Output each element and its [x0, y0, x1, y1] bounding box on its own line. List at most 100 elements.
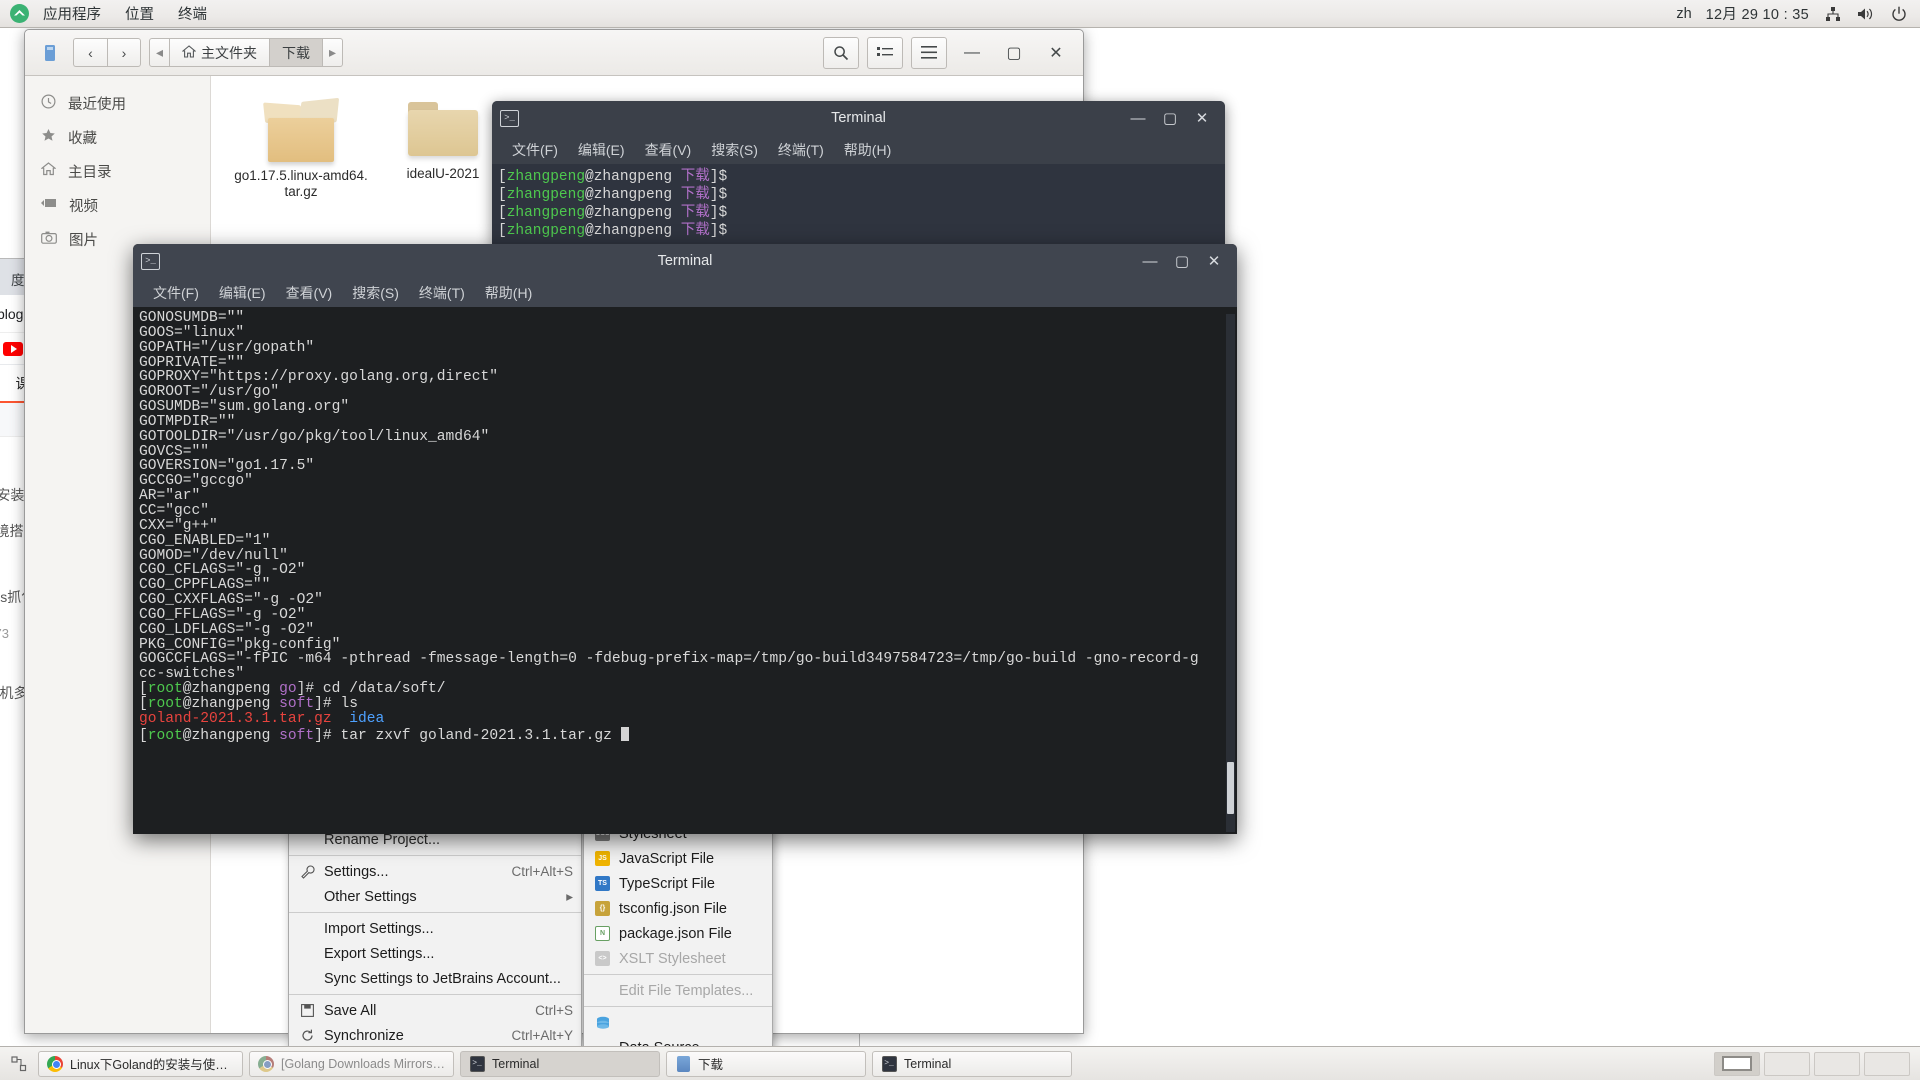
clock[interactable]: 12月 29 10 : 35	[1706, 3, 1809, 24]
terminal-titlebar[interactable]: >_ Terminal — ▢ ✕	[492, 101, 1225, 135]
taskbar-item-1[interactable]: [Golang Downloads Mirrors - The G…	[249, 1050, 454, 1077]
taskbar-item-3[interactable]: 下载	[666, 1050, 866, 1077]
breadcrumb-scroll-right[interactable]: ▸	[323, 38, 344, 67]
menu-item-package-json-file[interactable]: N package.json File	[584, 921, 772, 946]
workspace-0[interactable]	[1714, 1051, 1760, 1076]
menu-item-import-settings[interactable]: Import Settings...	[289, 916, 581, 941]
minimize-button[interactable]: —	[955, 36, 989, 70]
js-icon: JS	[594, 851, 611, 866]
menu-item-label: Export Settings...	[324, 945, 435, 962]
menu-item-export-settings[interactable]: Export Settings...	[289, 941, 581, 966]
terminal-screen[interactable]: [zhangpeng@zhangpeng 下载]$ [zhangpeng@zha…	[492, 164, 1225, 240]
taskbar-item-0[interactable]: Linux下Goland的安装与使用_我是小…	[38, 1050, 243, 1077]
menu-edit[interactable]: 编辑(E)	[209, 281, 276, 305]
wrench-icon	[299, 864, 316, 879]
terminal-window-1[interactable]: >_ Terminal — ▢ ✕ 文件(F) 编辑(E) 查看(V) 搜索(S…	[492, 101, 1225, 249]
file-item[interactable]: idealU-2021	[375, 92, 511, 200]
hamburger-icon[interactable]	[911, 36, 947, 69]
ide-new-file-submenu[interactable]: CSS Stylesheet JS JavaScript File TS Typ…	[583, 820, 773, 1058]
menu-item-label: Edit File Templates...	[619, 982, 754, 999]
list-item[interactable]: er 1篇	[0, 679, 1, 722]
menu-terminal[interactable]: 终端	[166, 0, 219, 27]
volume-icon[interactable]	[1856, 4, 1875, 23]
menu-places[interactable]: 位置	[113, 0, 166, 27]
workspace-3[interactable]	[1864, 1051, 1910, 1076]
back-button[interactable]: ‹	[73, 38, 107, 67]
menu-item-tsconfig-json-file[interactable]: {} tsconfig.json File	[584, 896, 772, 921]
breadcrumb-item-current[interactable]: 下载	[270, 38, 324, 67]
search-icon[interactable]	[823, 36, 859, 69]
menu-terminal[interactable]: 终端(T)	[768, 138, 834, 162]
sidebar-item-home[interactable]: 主目录	[25, 154, 210, 188]
input-method-indicator[interactable]: zh	[1676, 6, 1691, 22]
chrome-icon	[258, 1055, 274, 1072]
menu-item-data-source[interactable]	[584, 1010, 772, 1035]
menu-terminal[interactable]: 终端(T)	[409, 281, 475, 305]
menu-item-settings[interactable]: Settings... Ctrl+Alt+S	[289, 859, 581, 884]
menu-applications[interactable]: 应用程序	[31, 0, 113, 27]
sidebar-toggle-icon[interactable]	[35, 38, 65, 67]
workspace-1[interactable]	[1764, 1051, 1810, 1076]
taskbar-item-label: 下载	[698, 1058, 724, 1072]
menu-file[interactable]: 文件(F)	[502, 138, 568, 162]
menu-item-label: Settings...	[324, 863, 389, 880]
menu-item-synchronize[interactable]: Synchronize Ctrl+Alt+Y	[289, 1023, 581, 1048]
close-button[interactable]: ✕	[1193, 109, 1211, 127]
maximize-button[interactable]: ▢	[1173, 252, 1191, 270]
sidebar-item-videos[interactable]: 视频	[25, 188, 210, 222]
close-button[interactable]: ✕	[1205, 252, 1223, 270]
menu-item-other-settings[interactable]: Other Settings ▸	[289, 884, 581, 909]
menu-item-label: JavaScript File	[619, 850, 715, 867]
taskbar-item-label: Linux下Goland的安装与使用_我是小…	[70, 1058, 234, 1072]
sidebar-item-label: 收藏	[68, 130, 97, 147]
archive-icon	[262, 96, 340, 162]
scrollbar[interactable]	[1226, 314, 1235, 832]
list-item[interactable]: go 4篇	[0, 722, 1, 765]
minimize-button[interactable]: —	[1129, 110, 1147, 127]
sidebar-item-recent[interactable]: 最近使用	[25, 86, 210, 120]
taskbar-item-2[interactable]: >_ Terminal	[460, 1050, 660, 1077]
minimize-button[interactable]: —	[1141, 253, 1159, 270]
power-icon[interactable]	[1889, 4, 1908, 23]
menu-edit[interactable]: 编辑(E)	[568, 138, 635, 162]
menu-item-sync-jetbrains[interactable]: Sync Settings to JetBrains Account...	[289, 966, 581, 991]
file-item[interactable]: go1.17.5.linux-amd64.tar.gz	[233, 92, 369, 200]
network-icon[interactable]	[1823, 4, 1842, 23]
breadcrumb-scroll-left[interactable]: ◂	[149, 38, 171, 67]
refresh-icon	[299, 1029, 316, 1042]
maximize-button[interactable]: ▢	[997, 36, 1031, 70]
menu-item-typescript-file[interactable]: TS TypeScript File	[584, 871, 772, 896]
menu-item-save-all[interactable]: Save All Ctrl+S	[289, 998, 581, 1023]
workspace-2[interactable]	[1814, 1051, 1860, 1076]
menu-search[interactable]: 搜索(S)	[701, 138, 768, 162]
list-view-icon[interactable]	[867, 36, 903, 69]
menu-search[interactable]: 搜索(S)	[342, 281, 409, 305]
breadcrumb-item-home[interactable]: 主文件夹	[170, 38, 271, 67]
ide-settings-menu[interactable]: Rename Project... Settings... Ctrl+Alt+S…	[288, 826, 582, 1058]
ts-icon: TS	[594, 876, 611, 891]
terminal-titlebar[interactable]: >_ Terminal — ▢ ✕	[133, 244, 1237, 278]
taskbar-item-4[interactable]: >_ Terminal	[872, 1050, 1072, 1077]
menu-item-javascript-file[interactable]: JS JavaScript File	[584, 846, 772, 871]
show-desktop-icon[interactable]	[6, 1051, 32, 1077]
sidebar-item-starred[interactable]: 收藏	[25, 120, 210, 154]
folder-icon	[404, 96, 482, 160]
forward-button[interactable]: ›	[107, 38, 141, 67]
menu-view[interactable]: 查看(V)	[635, 138, 702, 162]
scrollbar-thumb[interactable]	[1227, 762, 1234, 814]
menu-item-shortcut: Ctrl+Alt+Y	[511, 1028, 573, 1043]
window-title: Terminal	[831, 110, 886, 126]
list-item[interactable]: 结构 2篇	[0, 765, 1, 809]
terminal-screen[interactable]: GONOSUMDB="" GOOS="linux" GOPATH="/usr/g…	[133, 307, 1237, 743]
menu-view[interactable]: 查看(V)	[276, 281, 343, 305]
breadcrumb-label: 下载	[282, 44, 311, 61]
menu-help[interactable]: 帮助(H)	[475, 281, 542, 305]
terminal-window-2[interactable]: >_ Terminal — ▢ ✕ 文件(F) 编辑(E) 查看(V) 搜索(S…	[133, 244, 1237, 834]
star-icon	[41, 128, 56, 147]
close-button[interactable]: ✕	[1039, 36, 1073, 70]
maximize-button[interactable]: ▢	[1161, 109, 1179, 127]
save-icon	[299, 1004, 316, 1017]
menu-help[interactable]: 帮助(H)	[834, 138, 901, 162]
menu-file[interactable]: 文件(F)	[143, 281, 209, 305]
chrome-icon	[47, 1055, 63, 1072]
